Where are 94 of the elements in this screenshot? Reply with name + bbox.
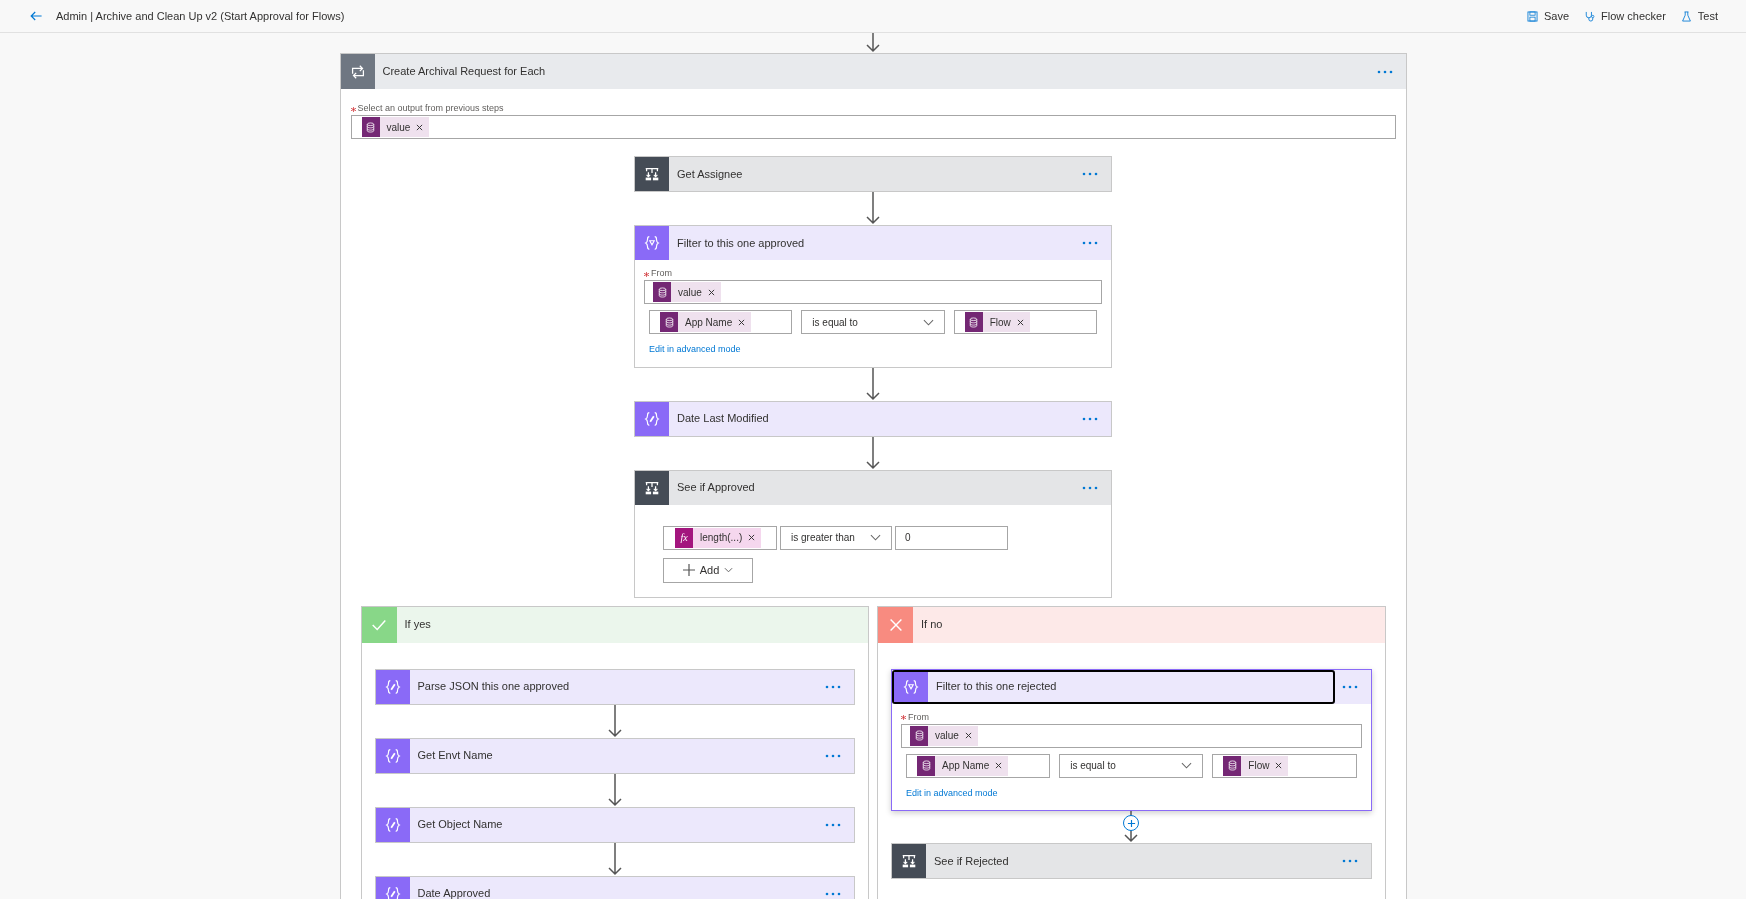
remove-icon — [738, 318, 746, 326]
condition-field[interactable]: Flow — [1212, 753, 1357, 778]
more-icon — [1341, 683, 1358, 690]
chevron-down-icon — [1181, 762, 1193, 769]
token-chip[interactable]: value — [653, 282, 721, 302]
token-chip[interactable]: App Name — [660, 312, 752, 332]
more-icon — [825, 821, 841, 828]
split-icon — [643, 165, 661, 183]
operator-dropdown[interactable]: is equal to — [1059, 753, 1204, 778]
step-title: Get Object Name — [417, 817, 503, 833]
remove-icon — [1016, 318, 1024, 326]
step-title: See if Rejected — [934, 853, 1009, 869]
step-title: Date Last Modified — [677, 411, 769, 427]
remove-icon — [748, 534, 756, 541]
token-chip[interactable]: fx length(...) — [675, 527, 762, 548]
save-icon — [1525, 9, 1539, 23]
field-label: From — [651, 267, 672, 281]
braces-icon — [383, 677, 402, 696]
chevron-down-icon — [922, 318, 934, 326]
condition-field[interactable]: App Name — [906, 753, 1051, 778]
stethoscope-icon — [1583, 9, 1596, 23]
remove-icon — [964, 732, 972, 739]
remove-icon — [707, 288, 715, 296]
braces-icon — [643, 409, 661, 428]
chevron-down-icon — [724, 567, 734, 573]
filter-icon — [643, 234, 661, 252]
advanced-mode-link[interactable]: Edit in advanced mode — [649, 343, 741, 357]
add-button[interactable]: Add — [663, 557, 753, 583]
connector-arrow — [865, 33, 881, 53]
step-card[interactable]: Date Last Modified — [634, 400, 1112, 437]
operator-dropdown[interactable]: is equal to — [801, 310, 945, 334]
test-button[interactable]: Test — [1679, 7, 1718, 25]
flow-title: Admin | Archive and Clean Up v2 (Start Approval for Flows) — [56, 8, 345, 24]
token-chip[interactable]: Flow — [964, 312, 1030, 332]
step-card[interactable]: Get Envt Name — [374, 737, 855, 774]
split-icon — [900, 852, 918, 870]
flask-icon — [1679, 9, 1693, 23]
more-icon — [825, 890, 841, 897]
plus-icon — [682, 564, 695, 576]
step-card[interactable]: See if Rejected — [891, 843, 1372, 879]
insert-step-button[interactable] — [1123, 815, 1140, 831]
step-title: Filter to this one approved — [677, 235, 805, 251]
token-chip[interactable]: App Name — [917, 755, 1009, 776]
step-title: Get Assignee — [677, 166, 743, 182]
from-field[interactable]: value — [901, 723, 1362, 748]
step-card[interactable]: Parse JSON this one approved — [374, 668, 855, 705]
filter-icon — [902, 677, 920, 696]
chevron-down-icon — [870, 534, 881, 541]
more-icon — [1082, 171, 1098, 177]
more-icon — [1082, 484, 1098, 491]
field-label: Select an output from previous steps — [357, 102, 504, 116]
step-title: Create Archival Request for Each — [382, 64, 547, 80]
step-card[interactable]: Filter to this one rejected From value App Name is equal to Flow Edit in advanced mode — [891, 668, 1372, 811]
checker-button[interactable]: Flow checker — [1583, 7, 1666, 25]
more-icon — [825, 683, 841, 690]
from-field[interactable]: value — [644, 280, 1102, 304]
function-icon: fx — [680, 530, 688, 545]
step-card[interactable]: Get Object Name — [374, 806, 855, 843]
branch-title: If no — [921, 617, 943, 633]
value-field[interactable]: 0 — [895, 525, 1008, 550]
step-card[interactable]: Date Approved — [374, 875, 855, 899]
output-field[interactable]: value — [350, 115, 1396, 139]
condition-field[interactable]: App Name — [649, 310, 793, 334]
step-title: Parse JSON this one approved — [417, 679, 570, 695]
step-title: See if Approved — [677, 480, 755, 496]
step-card[interactable]: Filter to this one approved From value App Name is equal to Flow Edit in advanced mode — [634, 225, 1112, 368]
save-button[interactable]: Save — [1525, 7, 1569, 25]
remove-icon — [416, 123, 424, 131]
braces-icon — [383, 884, 402, 899]
step-title: Get Envt Name — [417, 748, 493, 764]
step-title: Date Approved — [417, 886, 491, 899]
remove-icon — [1275, 762, 1283, 769]
token-chip[interactable]: value — [910, 725, 978, 746]
more-icon — [1341, 858, 1358, 864]
more-icon — [825, 752, 841, 759]
token-chip[interactable]: Flow — [1223, 755, 1289, 776]
more-icon — [1082, 415, 1098, 422]
operator-dropdown[interactable]: is greater than — [780, 525, 892, 550]
braces-icon — [383, 746, 402, 765]
plus-icon — [1126, 818, 1136, 828]
condition-field[interactable]: Flow — [953, 310, 1097, 334]
more-icon — [1082, 240, 1098, 246]
token-chip[interactable]: value — [361, 117, 430, 137]
step-title: Filter to this one rejected — [936, 679, 1057, 695]
condition-field[interactable]: fx length(...) — [663, 525, 777, 550]
more-icon — [1376, 68, 1393, 75]
database-icon — [364, 120, 377, 134]
step-card[interactable]: Get Assignee — [634, 156, 1112, 192]
branch-title: If yes — [404, 617, 431, 633]
step-card[interactable]: See if Approved fx length(...) is greater than 0 Add — [634, 469, 1112, 598]
remove-icon — [995, 762, 1003, 769]
braces-icon — [383, 815, 402, 834]
advanced-mode-link[interactable]: Edit in advanced mode — [906, 786, 998, 800]
field-label: From — [908, 710, 929, 724]
